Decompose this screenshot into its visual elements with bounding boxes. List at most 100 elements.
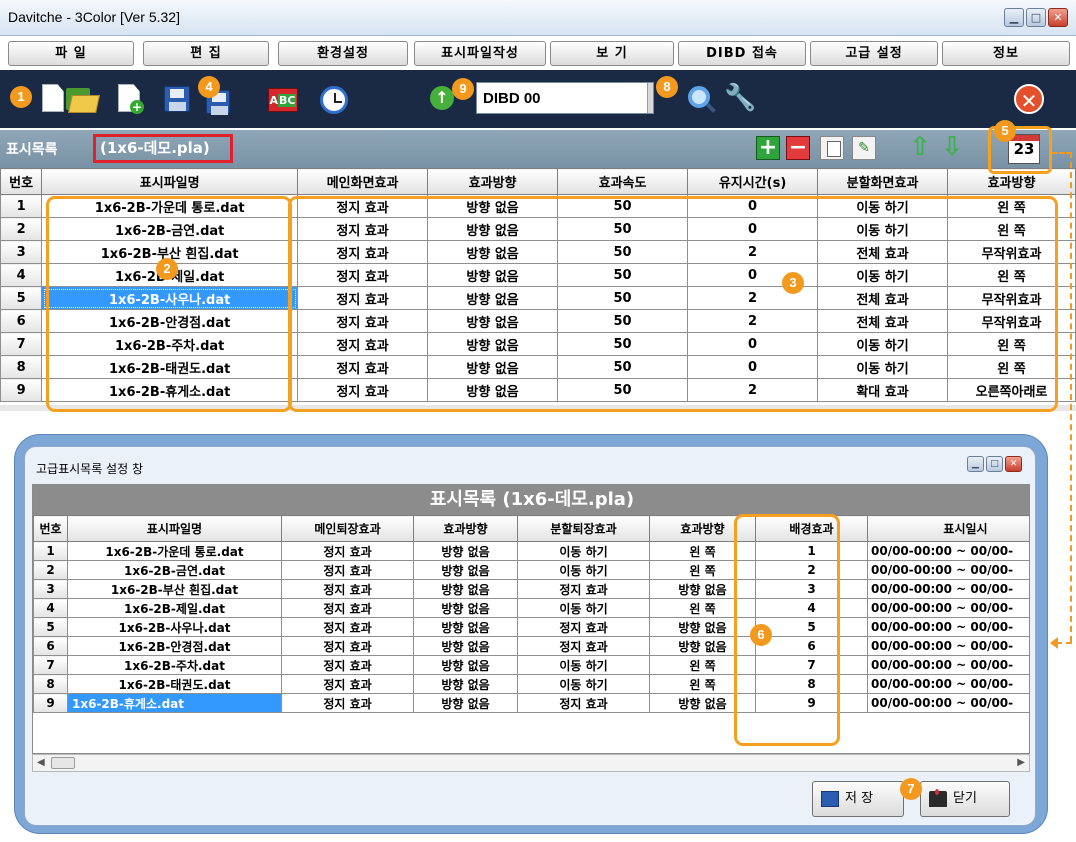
table-cell[interactable]: 1x6-2B-가운데 통로.dat <box>41 194 299 218</box>
table-cell[interactable]: 50 <box>557 309 689 333</box>
menu-info[interactable]: 정보 <box>942 41 1070 66</box>
table-cell[interactable]: 3 <box>755 579 868 599</box>
table-cell[interactable]: 정지 효과 <box>517 636 650 656</box>
table-cell[interactable]: 2 <box>755 560 868 580</box>
add-row-button[interactable]: + <box>756 136 780 160</box>
abc-font-icon[interactable]: ABC <box>268 88 298 112</box>
table-row[interactable]: 6 1x6-2B-안경점.dat 정지 효과 방향 없음 50 2 전체 효과 무작위효과 <box>0 309 1076 333</box>
table-cell[interactable]: 정지 효과 <box>281 541 414 561</box>
table-cell[interactable]: 00/00-00:00 ~ 00/00- <box>867 693 1029 713</box>
combo-dropdown-arrow[interactable] <box>647 83 653 113</box>
row-number[interactable]: 2 <box>33 560 68 580</box>
table-cell[interactable]: 이동 하기 <box>817 355 949 379</box>
table-cell[interactable]: 1x6-2B-사우나.dat <box>67 617 282 637</box>
table-cell[interactable]: 6 <box>755 636 868 656</box>
table-cell[interactable]: 정지 효과 <box>297 332 429 356</box>
table-cell[interactable]: 이동 하기 <box>517 674 650 694</box>
table-cell[interactable]: 1x6-2B-주차.dat <box>67 655 282 675</box>
row-number[interactable]: 8 <box>33 674 68 694</box>
table-cell[interactable]: 0 <box>687 332 819 356</box>
table-cell[interactable]: 1x6-2B-태권도.dat <box>67 674 282 694</box>
table-cell[interactable]: 이동 하기 <box>517 560 650 580</box>
close-icon[interactable]: ✕ <box>1014 84 1044 114</box>
table-row[interactable]: 2 1x6-2B-금연.dat 정지 효과 방향 없음 50 0 이동 하기 왼 쪽 <box>0 217 1076 241</box>
row-number[interactable]: 7 <box>33 655 68 675</box>
table-cell[interactable]: 왼 쪽 <box>649 560 756 580</box>
table-cell[interactable]: 1x6-2B-주차.dat <box>41 332 299 356</box>
table-cell[interactable]: 왼 쪽 <box>649 655 756 675</box>
table-cell[interactable]: 정지 효과 <box>297 286 429 310</box>
menu-view[interactable]: 보 기 <box>550 41 674 66</box>
table-cell[interactable]: 정지 효과 <box>297 309 429 333</box>
table-cell[interactable]: 0 <box>687 355 819 379</box>
row-number[interactable]: 9 <box>0 378 43 402</box>
table-cell[interactable]: 정지 효과 <box>281 655 414 675</box>
table-cell[interactable]: 방향 없음 <box>413 674 518 694</box>
edit-icon[interactable]: ✎ <box>852 136 876 160</box>
row-number[interactable]: 3 <box>0 240 43 264</box>
table-cell[interactable]: 방향 없음 <box>413 636 518 656</box>
table-cell[interactable]: 왼 쪽 <box>649 598 756 618</box>
table-cell[interactable]: 이동 하기 <box>817 263 949 287</box>
table-cell[interactable]: 이동 하기 <box>817 332 949 356</box>
scroll-thumb[interactable] <box>51 757 75 769</box>
menu-advanced-settings[interactable]: 고급 설정 <box>810 41 938 66</box>
table-cell[interactable]: 정지 효과 <box>517 617 650 637</box>
table-cell[interactable]: 1x6-2B-금연.dat <box>41 217 299 241</box>
table-cell[interactable]: 정지 효과 <box>281 579 414 599</box>
menu-create-display-file[interactable]: 표시파일작성 <box>414 41 546 66</box>
table-cell[interactable]: 0 <box>687 217 819 241</box>
new-file-plus-icon[interactable]: + <box>118 84 148 114</box>
remove-row-button[interactable]: − <box>786 136 810 160</box>
column-header[interactable]: 효과방향 <box>413 515 518 542</box>
column-header[interactable]: 번호 <box>33 515 68 542</box>
column-header[interactable]: 분할퇴장효과 <box>517 515 650 542</box>
table-cell[interactable]: 이동 하기 <box>517 655 650 675</box>
row-number[interactable]: 6 <box>0 309 43 333</box>
table-cell[interactable]: 이동 하기 <box>517 598 650 618</box>
row-number[interactable]: 4 <box>33 598 68 618</box>
table-cell[interactable]: 방향 없음 <box>413 560 518 580</box>
table-cell[interactable]: 방향 없음 <box>427 240 559 264</box>
column-header[interactable]: 메인화면효과 <box>297 168 429 195</box>
table-cell[interactable]: 1x6-2B-사우나.dat <box>41 286 299 310</box>
table-cell[interactable]: 정지 효과 <box>517 693 650 713</box>
column-header[interactable]: 표시파일명 <box>41 168 299 195</box>
dialog-maximize-button[interactable]: □ <box>986 456 1003 472</box>
move-up-icon[interactable]: ⇧ <box>908 134 932 160</box>
table-row[interactable]: 7 1x6-2B-주차.dat 정지 효과 방향 없음 이동 하기 왼 쪽 7 00/00-0… <box>33 655 1029 675</box>
table-row[interactable]: 8 1x6-2B-태권도.dat 정지 효과 방향 없음 50 0 이동 하기 왼 쪽 <box>0 355 1076 379</box>
table-cell[interactable]: 정지 효과 <box>297 355 429 379</box>
open-folder-icon[interactable] <box>66 88 100 113</box>
row-number[interactable]: 4 <box>0 263 43 287</box>
column-header[interactable]: 분할화면효과 <box>817 168 949 195</box>
table-row[interactable]: 5 1x6-2B-사우나.dat 정지 효과 방향 없음 정지 효과 방향 없음 5 00/0… <box>33 617 1029 637</box>
table-cell[interactable]: 1x6-2B-안경점.dat <box>41 309 299 333</box>
table-cell[interactable]: 방향 없음 <box>649 636 756 656</box>
table-cell[interactable]: 무작위효과 <box>947 309 1076 333</box>
row-number[interactable]: 9 <box>33 693 68 713</box>
table-cell[interactable]: 정지 효과 <box>281 560 414 580</box>
table-cell[interactable]: 왼 쪽 <box>649 541 756 561</box>
wrench-icon[interactable]: 🔧 <box>724 84 756 112</box>
column-header[interactable]: 효과방향 <box>649 515 756 542</box>
table-cell[interactable]: 방향 없음 <box>427 309 559 333</box>
table-cell[interactable]: 4 <box>755 598 868 618</box>
table-cell[interactable]: 왼 쪽 <box>947 355 1076 379</box>
search-icon[interactable] <box>688 86 710 108</box>
table-cell[interactable]: 정지 효과 <box>281 693 414 713</box>
horizontal-scrollbar[interactable]: ◀ ▶ <box>32 754 1030 772</box>
table-cell[interactable]: 1x6-2B-가운데 통로.dat <box>67 541 282 561</box>
table-cell[interactable]: 00/00-00:00 ~ 00/00- <box>867 674 1029 694</box>
table-row[interactable]: 4 1x6-2B-제일.dat 정지 효과 방향 없음 이동 하기 왼 쪽 4 00/00-0… <box>33 598 1029 618</box>
table-cell[interactable]: 5 <box>755 617 868 637</box>
row-number[interactable]: 2 <box>0 217 43 241</box>
table-cell[interactable]: 50 <box>557 217 689 241</box>
table-cell[interactable]: 방향 없음 <box>413 655 518 675</box>
table-cell[interactable]: 정지 효과 <box>281 617 414 637</box>
dialog-minimize-button[interactable]: ▁ <box>967 456 984 472</box>
table-cell[interactable]: 00/00-00:00 ~ 00/00- <box>867 636 1029 656</box>
table-row[interactable]: 6 1x6-2B-안경점.dat 정지 효과 방향 없음 정지 효과 방향 없음 6 00/0… <box>33 636 1029 656</box>
table-cell[interactable]: 방향 없음 <box>427 378 559 402</box>
copy-icon[interactable] <box>820 136 844 160</box>
